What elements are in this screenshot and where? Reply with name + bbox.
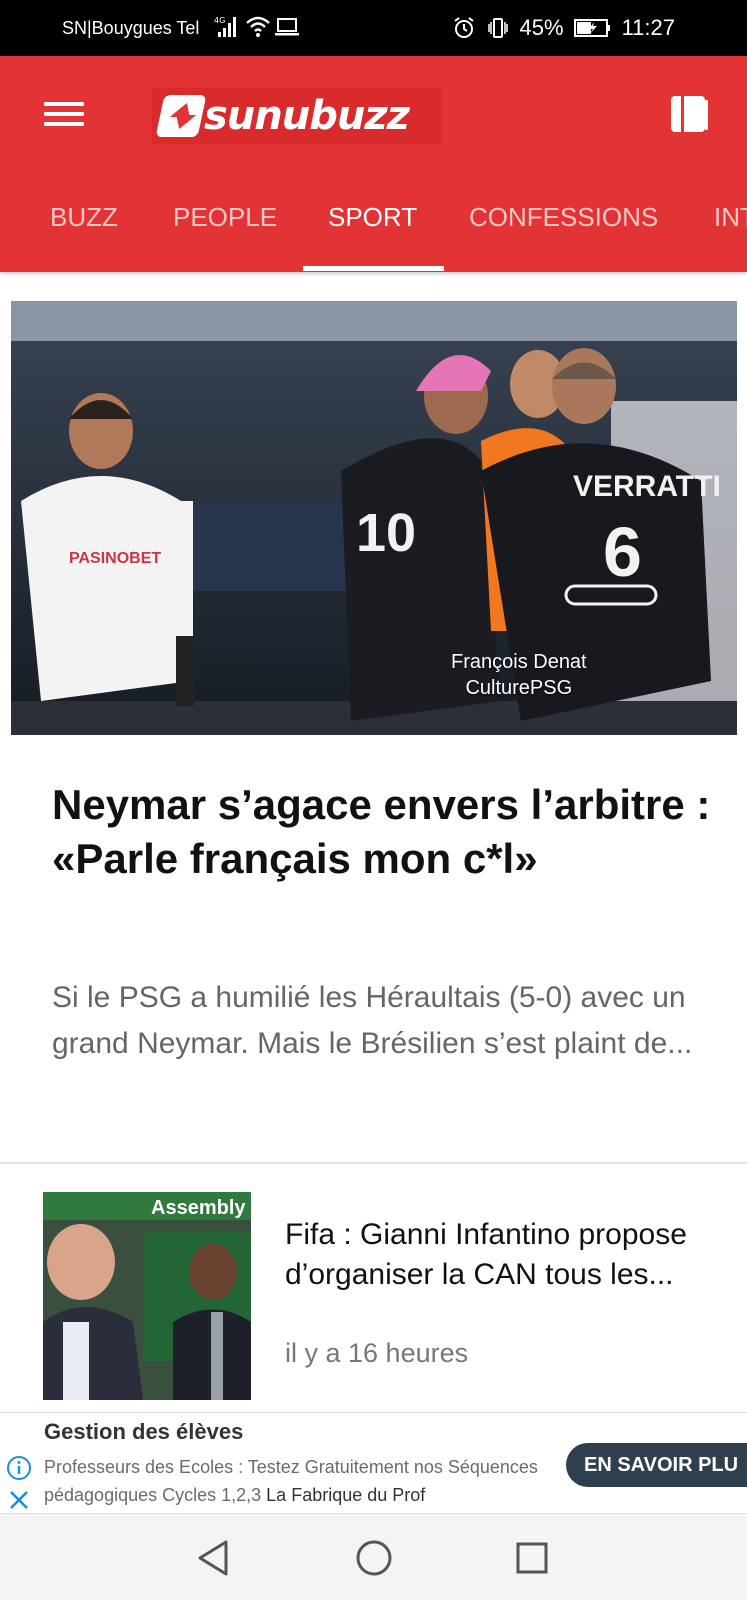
bookmarks-icon[interactable] — [669, 92, 709, 134]
battery-charging-icon — [573, 19, 610, 37]
jersey-name: VERRATTI — [573, 470, 721, 503]
jersey-number: 6 — [603, 513, 642, 591]
tab-sport[interactable]: SPORT — [328, 194, 417, 272]
status-bar: SN|Bouygues Tel 4G 45% 11:27 — [0, 0, 747, 56]
tab-people[interactable]: PEOPLE — [173, 194, 277, 272]
laptop-icon — [275, 18, 299, 36]
system-nav-bar — [0, 1514, 747, 1600]
ad-banner[interactable]: Gestion des élèves Professeurs des Ecole… — [0, 1412, 747, 1514]
article-divider — [0, 1162, 747, 1164]
image-credit-source: CulturePSG — [465, 677, 573, 699]
status-right-group: 45% 11:27 — [452, 0, 747, 56]
ad-advertiser: La Fabrique du Prof — [266, 1485, 426, 1505]
ad-close-icon[interactable] — [6, 1487, 32, 1513]
active-tab-indicator — [303, 266, 444, 271]
home-icon[interactable] — [352, 1536, 396, 1580]
sponsor-text: PASINOBET — [69, 550, 161, 567]
tab-buzz[interactable]: BUZZ — [50, 194, 118, 272]
featured-headline[interactable]: Neymar s’agace envers l’arbitre : «Parle… — [52, 778, 712, 886]
ad-title[interactable]: Gestion des élèves — [44, 1419, 243, 1445]
svg-text:4G: 4G — [214, 16, 225, 25]
ad-info-icon[interactable] — [6, 1455, 32, 1481]
ad-cta-button[interactable]: EN SAVOIR PLU — [566, 1443, 747, 1487]
thumb-banner-text: Assembly — [151, 1197, 246, 1219]
featured-excerpt[interactable]: Si le PSG a humilié les Héraultais (5-0)… — [52, 975, 712, 1067]
recent-apps-icon[interactable] — [510, 1536, 554, 1580]
article-title[interactable]: Fifa : Gianni Infantino propose d’organi… — [285, 1215, 715, 1295]
back-icon[interactable] — [192, 1536, 236, 1580]
ad-body[interactable]: Professeurs des Ecoles : Testez Gratuite… — [44, 1453, 604, 1509]
category-tabs: BUZZ PEOPLE SPORT CONFESSIONS INT — [0, 194, 747, 272]
image-credit: François Denat CulturePSG — [451, 649, 587, 701]
battery-percent: 45% — [519, 15, 564, 40]
image-credit-author: François Denat — [451, 651, 587, 673]
app-header: sunubuzz BUZZ PEOPLE SPORT CONFESSIONS I… — [0, 56, 747, 272]
infantino-photo: Assembly — [43, 1192, 251, 1400]
svg-text:10: 10 — [356, 503, 416, 563]
article-timestamp: il y a 16 heures — [285, 1338, 469, 1368]
lightning-logo-icon — [155, 95, 207, 137]
featured-article-image[interactable]: PASINOBET 10 VERRATTI 6 François Denat C… — [11, 301, 737, 735]
tab-confessions[interactable]: CONFESSIONS — [469, 194, 658, 272]
hamburger-menu-icon[interactable] — [44, 96, 88, 132]
article-thumbnail[interactable]: Assembly — [43, 1192, 251, 1400]
cell-signal-icon: 4G — [214, 16, 236, 37]
carrier-label: SN|Bouygues Tel — [62, 18, 200, 38]
clock: 11:27 — [621, 15, 675, 40]
logo-text: sunubuzz — [204, 93, 410, 139]
alarm-icon — [453, 17, 474, 38]
tab-international[interactable]: INT — [714, 194, 747, 272]
vibrate-icon — [487, 18, 508, 38]
wifi-icon — [246, 16, 270, 37]
sunubuzz-logo[interactable]: sunubuzz — [152, 88, 442, 144]
football-match-photo: PASINOBET 10 VERRATTI 6 — [11, 301, 737, 735]
